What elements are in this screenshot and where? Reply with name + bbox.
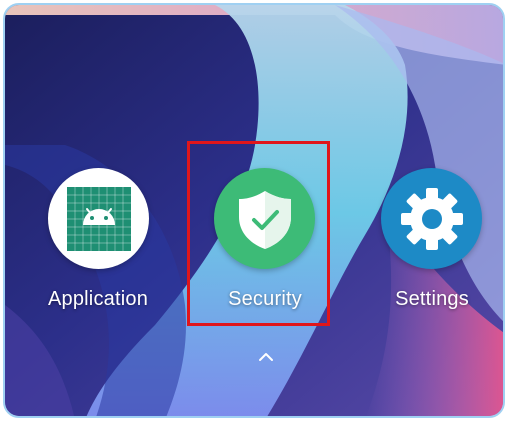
settings-gear-icon [400, 187, 463, 250]
android-app-icon [66, 186, 131, 251]
app-icon-settings[interactable] [381, 168, 482, 269]
app-label-application: Application [47, 288, 149, 310]
chevron-up-icon[interactable] [258, 352, 274, 362]
app-label-settings: Settings [395, 288, 469, 310]
app-icon-application[interactable] [48, 168, 149, 269]
highlight-box [187, 141, 330, 326]
